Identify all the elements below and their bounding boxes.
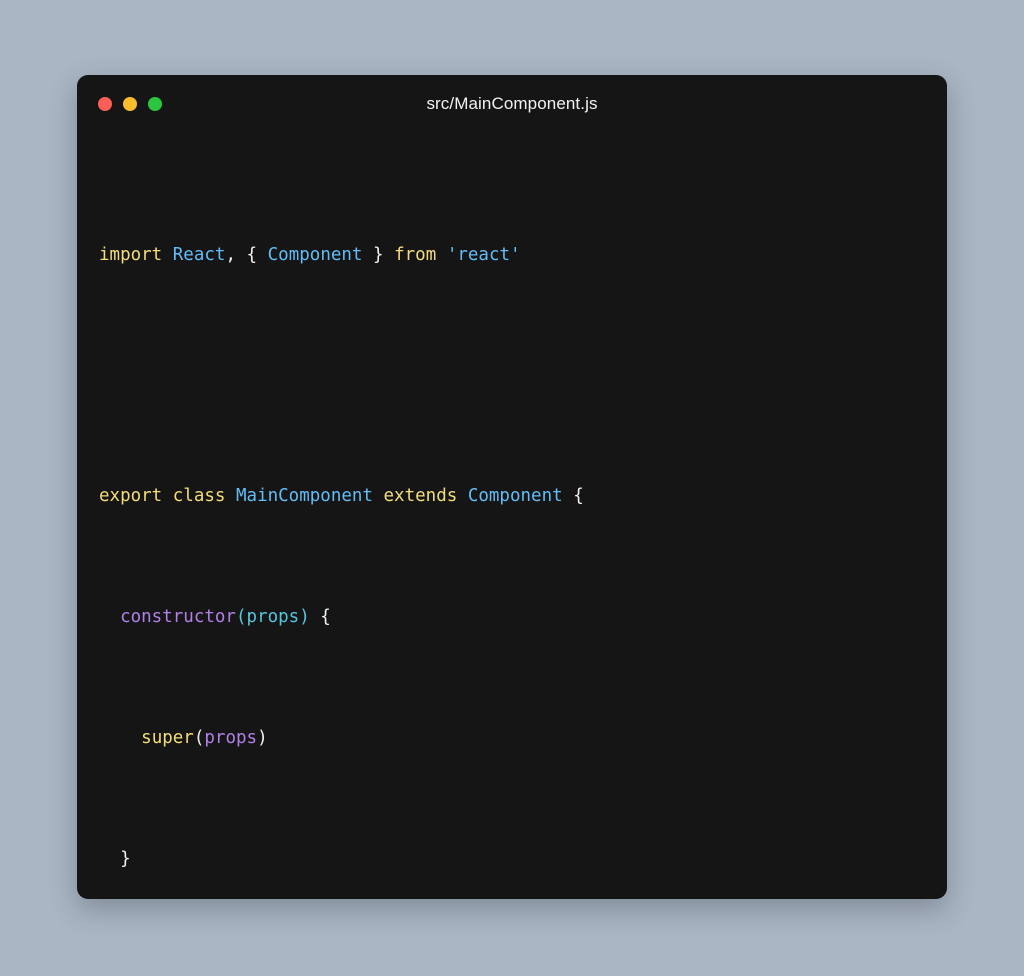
token-export: export bbox=[99, 486, 163, 507]
token-class: class bbox=[172, 486, 226, 507]
window-title: src/MainComponent.js bbox=[426, 94, 598, 113]
token-close-brace: } bbox=[373, 244, 384, 265]
token-component: Component bbox=[267, 244, 363, 265]
token-module-string: 'react' bbox=[446, 244, 521, 265]
window-titlebar: src/MainComponent.js bbox=[77, 75, 947, 131]
token-extends: extends bbox=[383, 486, 458, 507]
code-content[interactable]: import React, { Component } from 'react'… bbox=[77, 131, 947, 899]
token-super: super bbox=[141, 727, 194, 748]
token-super-arg: props bbox=[204, 727, 258, 748]
token-base-class: Component bbox=[467, 486, 563, 507]
token-class-name: MainComponent bbox=[236, 486, 373, 507]
token-constructor: constructor bbox=[120, 607, 236, 627]
token-from: from bbox=[394, 244, 437, 265]
code-line-1: import React, { Component } from 'react' bbox=[99, 240, 947, 270]
code-line-4: constructor(props) { bbox=[120, 607, 331, 627]
token-import: import bbox=[99, 244, 163, 265]
code-line-3: export class MainComponent extends Compo… bbox=[99, 481, 947, 511]
code-line-6: } bbox=[99, 848, 131, 869]
code-line-5: super(props) bbox=[141, 727, 268, 748]
token-comma: , bbox=[225, 244, 236, 265]
token-brace-open: { bbox=[573, 486, 584, 507]
token-open-brace: { bbox=[246, 244, 258, 265]
token-react: React bbox=[172, 244, 226, 265]
code-editor-window: src/MainComponent.js import React, { Com… bbox=[77, 75, 947, 899]
token-constructor-param: props bbox=[246, 607, 300, 627]
